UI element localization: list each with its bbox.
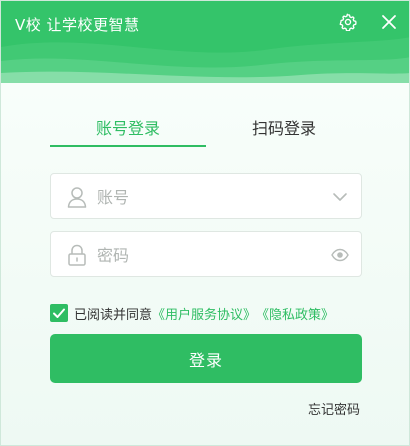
password-field (50, 231, 362, 277)
agreement-row: 已阅读并同意 《用户服务协议》 《隐私政策》 (50, 303, 334, 323)
tab-qrcode-login-label: 扫码登录 (251, 119, 316, 138)
checkmark-icon (53, 308, 65, 318)
privacy-policy-link[interactable]: 《隐私政策》 (256, 304, 334, 323)
chevron-down-icon[interactable] (331, 188, 349, 206)
agreement-text: 已阅读并同意 (74, 307, 153, 323)
tab-account-login-label: 账号登录 (95, 119, 160, 138)
user-icon (67, 187, 87, 208)
settings-button[interactable] (337, 11, 359, 33)
account-input[interactable] (97, 184, 327, 210)
gear-icon (339, 13, 357, 31)
forgot-password-link[interactable]: 忘记密码 (308, 399, 360, 418)
eye-toggle-icon[interactable] (331, 246, 349, 264)
agreement-checkbox[interactable] (50, 304, 68, 322)
header-banner: V校 让学校更智慧 (1, 1, 409, 83)
tab-account-login[interactable]: 账号登录 (50, 117, 206, 147)
password-input[interactable] (97, 242, 327, 268)
active-tab-underline (50, 145, 206, 147)
account-field (50, 173, 362, 219)
close-icon (382, 15, 396, 29)
lock-icon (68, 244, 86, 266)
app-title: V校 让学校更智慧 (15, 16, 140, 34)
service-agreement-link[interactable]: 《用户服务协议》 (152, 304, 256, 323)
login-window: V校 让学校更智慧 账号登录 扫码登录 账号 已阅读并同意 《用户服务协议》 《… (0, 0, 410, 446)
tab-qrcode-login[interactable]: 扫码登录 (206, 117, 362, 147)
login-button[interactable]: 登录 (50, 334, 362, 383)
close-button[interactable] (378, 11, 400, 33)
